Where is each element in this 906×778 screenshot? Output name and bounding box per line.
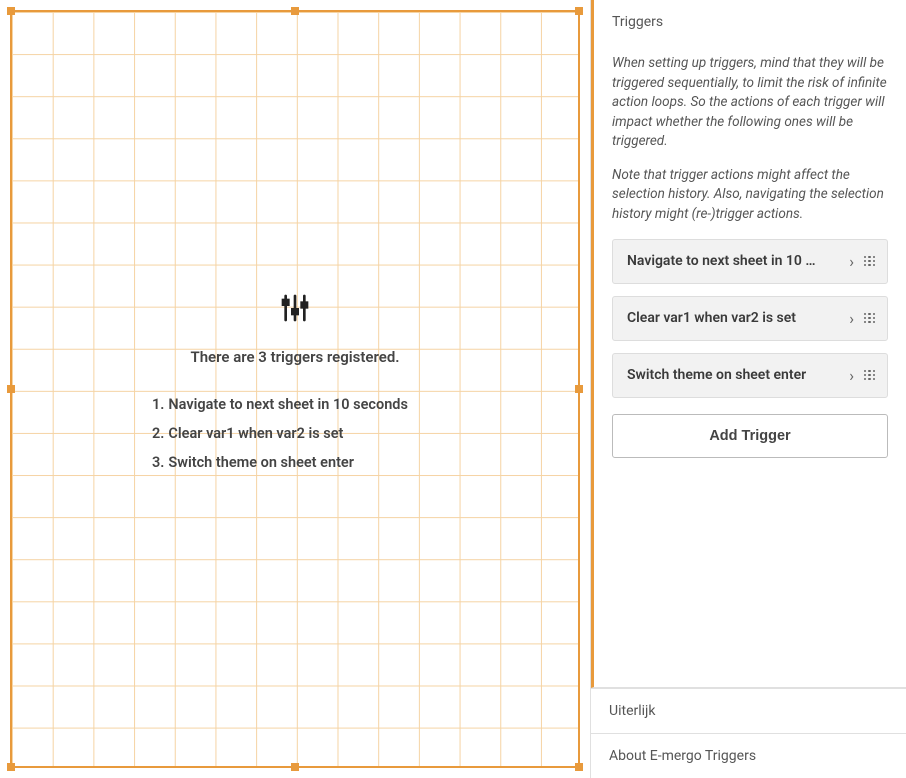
properties-panel: Triggers When setting up triggers, mind … xyxy=(590,0,906,778)
section-about[interactable]: About E-mergo Triggers xyxy=(591,733,906,778)
chevron-right-icon: › xyxy=(849,366,854,385)
help-text-2: Note that trigger actions might affect t… xyxy=(612,166,888,225)
resize-handle-top-mid[interactable] xyxy=(291,7,299,15)
list-item: 3.Switch theme on sheet enter xyxy=(152,454,408,471)
summary-text: There are 3 triggers registered. xyxy=(190,348,399,366)
section-triggers: Triggers When setting up triggers, mind … xyxy=(591,0,906,688)
resize-handle-bottom-left[interactable] xyxy=(7,763,15,771)
trigger-card-label: Switch theme on sheet enter xyxy=(627,367,843,383)
list-item-label: Clear var1 when var2 is set xyxy=(168,425,343,442)
section-body-triggers: When setting up triggers, mind that they… xyxy=(594,44,906,687)
chevron-right-icon: › xyxy=(849,309,854,328)
section-header-about: About E-mergo Triggers xyxy=(591,734,906,778)
section-appearance[interactable]: Uiterlijk xyxy=(591,688,906,733)
trigger-card-label: Clear var1 when var2 is set xyxy=(627,310,843,326)
list-item: 2.Clear var1 when var2 is set xyxy=(152,425,408,442)
object-content: There are 3 triggers registered. 1.Navig… xyxy=(12,292,578,483)
canvas-area: There are 3 triggers registered. 1.Navig… xyxy=(0,0,590,778)
selected-object-frame[interactable]: There are 3 triggers registered. 1.Navig… xyxy=(10,10,580,768)
resize-handle-bottom-right[interactable] xyxy=(575,763,583,771)
list-item-label: Navigate to next sheet in 10 seconds xyxy=(168,396,408,413)
add-trigger-button[interactable]: Add Trigger xyxy=(612,414,888,458)
trigger-card-label: Navigate to next sheet in 10 … xyxy=(627,253,843,269)
resize-handle-top-left[interactable] xyxy=(7,7,15,15)
section-header-appearance: Uiterlijk xyxy=(591,689,906,733)
list-item-label: Switch theme on sheet enter xyxy=(168,454,354,471)
section-header-triggers[interactable]: Triggers xyxy=(594,0,906,44)
trigger-card[interactable]: Navigate to next sheet in 10 … › xyxy=(612,239,888,284)
trigger-list: 1.Navigate to next sheet in 10 seconds 2… xyxy=(152,396,408,483)
trigger-card[interactable]: Switch theme on sheet enter › xyxy=(612,353,888,398)
drag-handle-icon[interactable] xyxy=(862,311,877,326)
help-text-1: When setting up triggers, mind that they… xyxy=(612,54,888,152)
drag-handle-icon[interactable] xyxy=(862,368,877,383)
resize-handle-bottom-mid[interactable] xyxy=(291,763,299,771)
drag-handle-icon[interactable] xyxy=(862,254,877,269)
chevron-right-icon: › xyxy=(849,252,854,271)
trigger-card[interactable]: Clear var1 when var2 is set › xyxy=(612,296,888,341)
resize-handle-top-right[interactable] xyxy=(575,7,583,15)
collapsed-sections: Uiterlijk About E-mergo Triggers xyxy=(591,688,906,778)
sliders-icon xyxy=(279,292,311,328)
list-item: 1.Navigate to next sheet in 10 seconds xyxy=(152,396,408,413)
